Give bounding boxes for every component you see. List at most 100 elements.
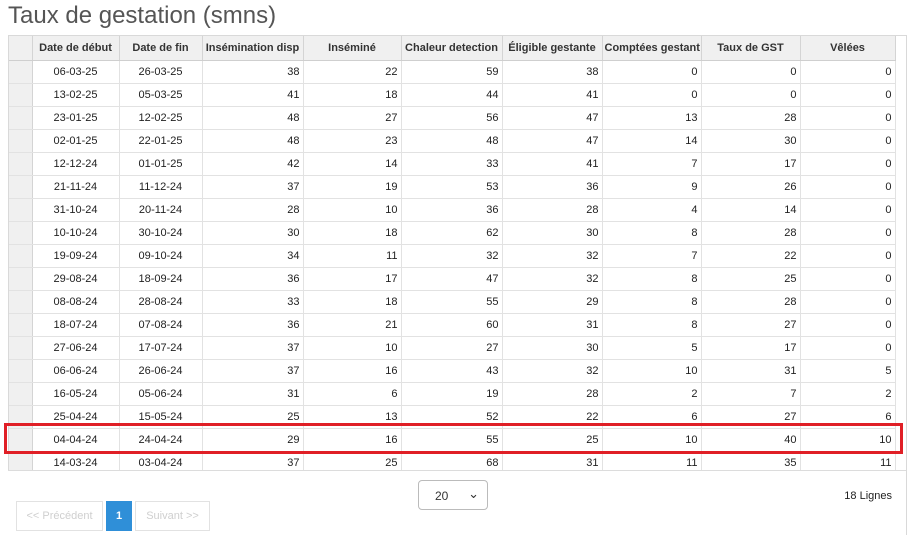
table-row[interactable]: 02-01-25 22-01-25 48 23 48 47 14 30 0	[9, 129, 896, 153]
table-cell: 59	[401, 60, 503, 84]
table-cell: 2	[800, 382, 896, 406]
table-cell: 22	[701, 244, 801, 268]
table-cell: 13	[602, 106, 702, 130]
table-cell: 32	[502, 359, 603, 383]
selector-header[interactable]	[9, 36, 33, 61]
row-selector[interactable]	[9, 405, 33, 429]
table-row[interactable]: 25-04-24 15-05-24 25 13 52 22 6 27 6	[9, 405, 896, 429]
table-cell: 47	[502, 129, 603, 153]
row-selector[interactable]	[9, 221, 33, 245]
table-cell: 26	[701, 175, 801, 199]
row-selector[interactable]	[9, 152, 33, 176]
column-header[interactable]: Éligible gestante	[502, 36, 603, 61]
header-row: Date de début Date de fin Insémination d…	[9, 36, 896, 61]
table-cell: 05-06-24	[119, 382, 203, 406]
table-row[interactable]: 27-06-24 17-07-24 37 10 27 30 5 17 0	[9, 336, 896, 360]
table-row[interactable]: 06-03-25 26-03-25 38 22 59 38 0 0 0	[9, 60, 896, 84]
table-cell: 22	[502, 405, 603, 429]
row-selector[interactable]	[9, 60, 33, 84]
table-row[interactable]: 31-10-24 20-11-24 28 10 36 28 4 14 0	[9, 198, 896, 222]
table-cell: 7	[602, 244, 702, 268]
chevron-down-icon: ⌄	[468, 486, 479, 501]
column-header[interactable]: Vêlées	[800, 36, 896, 61]
page-size-value: 20	[435, 489, 449, 503]
next-page-button[interactable]: Suivant >>	[135, 501, 210, 531]
table-cell: 32	[502, 244, 603, 268]
pagination: << Précédent 1 Suivant >>	[16, 501, 210, 531]
row-selector[interactable]	[9, 106, 33, 130]
page-size-select[interactable]: 20 ⌄	[418, 480, 488, 510]
row-selector[interactable]	[9, 83, 33, 107]
previous-page-button[interactable]: << Précédent	[16, 501, 103, 531]
column-header[interactable]: Date de fin	[119, 36, 203, 61]
table-cell: 6	[800, 405, 896, 429]
table-cell: 7	[701, 382, 801, 406]
table-cell: 0	[701, 83, 801, 107]
table-cell: 04-04-24	[32, 428, 120, 452]
table-cell: 37	[202, 359, 304, 383]
table-cell: 07-08-24	[119, 313, 203, 337]
table-row[interactable]: 23-01-25 12-02-25 48 27 56 47 13 28 0	[9, 106, 896, 130]
table-cell: 12-12-24	[32, 152, 120, 176]
table-cell: 8	[602, 221, 702, 245]
table-row[interactable]: 06-06-24 26-06-24 37 16 43 32 10 31 5	[9, 359, 896, 383]
table-cell: 01-01-25	[119, 152, 203, 176]
table-cell: 22	[303, 60, 402, 84]
row-selector[interactable]	[9, 428, 33, 452]
table-row[interactable]: 18-07-24 07-08-24 36 21 60 31 8 27 0	[9, 313, 896, 337]
table-cell: 10	[303, 198, 402, 222]
row-selector[interactable]	[9, 336, 33, 360]
row-selector[interactable]	[9, 359, 33, 383]
table-cell: 27	[303, 106, 402, 130]
table-cell: 18	[303, 83, 402, 107]
column-header[interactable]: Insémination disp	[202, 36, 304, 61]
table-cell: 25-04-24	[32, 405, 120, 429]
table-cell: 32	[401, 244, 503, 268]
table-cell: 0	[800, 313, 896, 337]
table-cell: 18	[303, 221, 402, 245]
table-cell: 28	[701, 221, 801, 245]
current-page-button[interactable]: 1	[106, 501, 132, 531]
table-cell: 06-03-25	[32, 60, 120, 84]
row-selector[interactable]	[9, 244, 33, 268]
table-cell: 02-01-25	[32, 129, 120, 153]
row-selector[interactable]	[9, 290, 33, 314]
table-row[interactable]: 29-08-24 18-09-24 36 17 47 32 8 25 0	[9, 267, 896, 291]
table-cell: 47	[502, 106, 603, 130]
table-cell: 0	[800, 152, 896, 176]
table-cell: 9	[602, 175, 702, 199]
column-header[interactable]: Taux de GST	[701, 36, 801, 61]
row-selector[interactable]	[9, 313, 33, 337]
column-header[interactable]: Date de début	[32, 36, 120, 61]
table-cell: 32	[502, 267, 603, 291]
column-header[interactable]: Chaleur detection	[401, 36, 503, 61]
table-cell: 36	[502, 175, 603, 199]
table-cell: 10	[800, 428, 896, 452]
row-selector[interactable]	[9, 198, 33, 222]
table-row[interactable]: 16-05-24 05-06-24 31 6 19 28 2 7 2	[9, 382, 896, 406]
column-header[interactable]: Comptées gestant	[602, 36, 702, 61]
page-title: Taux de gestation (smns)	[8, 2, 277, 29]
row-selector[interactable]	[9, 267, 33, 291]
table-row[interactable]: 21-11-24 11-12-24 37 19 53 36 9 26 0	[9, 175, 896, 199]
table-row[interactable]: 08-08-24 28-08-24 33 18 55 29 8 28 0	[9, 290, 896, 314]
table-cell: 27	[701, 313, 801, 337]
table-cell: 8	[602, 313, 702, 337]
table-cell: 28	[502, 382, 603, 406]
row-selector[interactable]	[9, 129, 33, 153]
table-row-highlighted[interactable]: 04-04-24 24-04-24 29 16 55 25 10 40 10	[9, 428, 896, 452]
table-cell: 24-04-24	[119, 428, 203, 452]
column-header[interactable]: Inséminé	[303, 36, 402, 61]
table-cell: 12-02-25	[119, 106, 203, 130]
row-count: 18 Lignes	[844, 490, 892, 502]
table-row[interactable]: 13-02-25 05-03-25 41 18 44 41 0 0 0	[9, 83, 896, 107]
table-row[interactable]: 10-10-24 30-10-24 30 18 62 30 8 28 0	[9, 221, 896, 245]
table-cell: 21	[303, 313, 402, 337]
table-cell: 0	[701, 60, 801, 84]
row-selector[interactable]	[9, 175, 33, 199]
table-cell: 38	[502, 60, 603, 84]
row-selector[interactable]	[9, 382, 33, 406]
table-cell: 55	[401, 428, 503, 452]
table-row[interactable]: 19-09-24 09-10-24 34 11 32 32 7 22 0	[9, 244, 896, 268]
table-row[interactable]: 12-12-24 01-01-25 42 14 33 41 7 17 0	[9, 152, 896, 176]
